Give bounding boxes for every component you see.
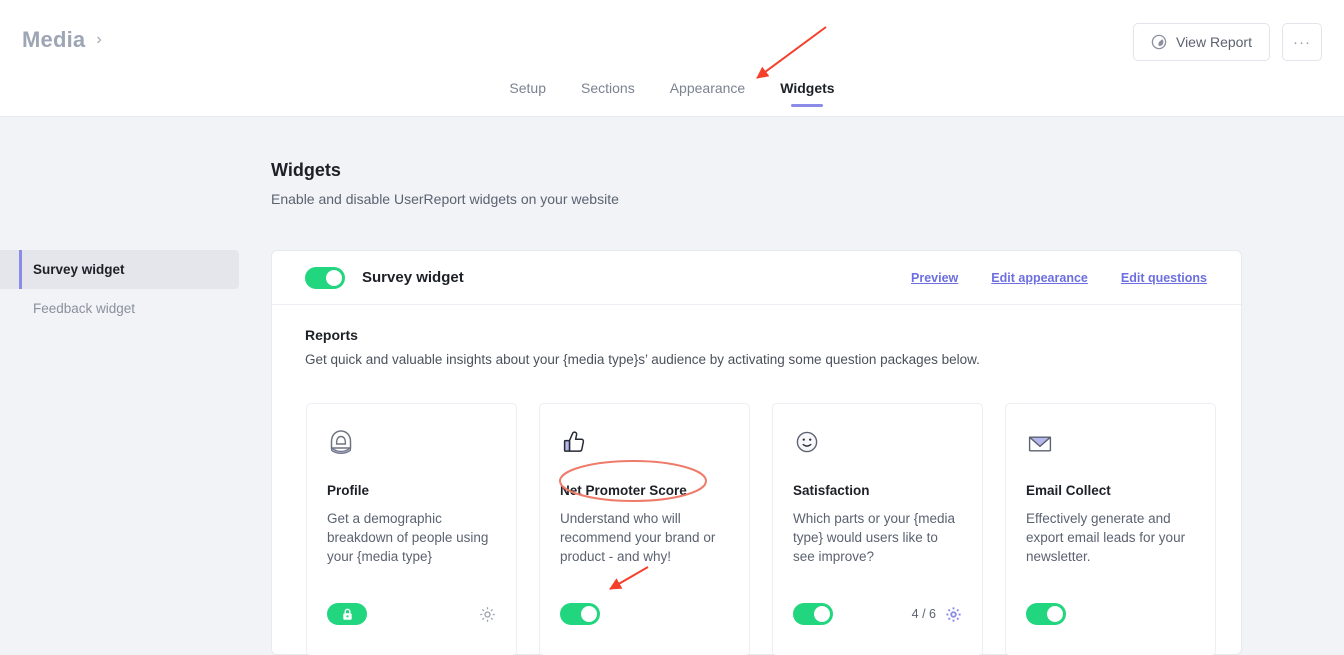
package-footer-right: [479, 606, 496, 623]
sidebar-item-survey-widget[interactable]: Survey widget: [0, 250, 239, 289]
sidebar-item-label: Feedback widget: [33, 301, 136, 316]
gauge-icon: [1151, 34, 1167, 50]
person-bust-icon: [327, 426, 496, 460]
package-description: Effectively generate and export email le…: [1026, 511, 1186, 565]
locked-package-button[interactable]: [327, 603, 367, 625]
sidebar-item-feedback-widget[interactable]: Feedback widget: [0, 289, 239, 328]
chevron-right-icon: ›: [96, 31, 102, 48]
page-header: Widgets Enable and disable UserReport wi…: [271, 160, 619, 207]
tab-sections[interactable]: Sections: [581, 80, 635, 107]
package-footer: [327, 603, 496, 625]
package-card-profile[interactable]: Profile Get a demographic breakdown of p…: [306, 403, 517, 655]
tab-bar: Setup Sections Appearance Widgets: [0, 80, 1344, 107]
breadcrumb[interactable]: Media ›: [22, 27, 102, 53]
question-count: 4 / 6: [911, 607, 936, 621]
ellipsis-icon: ···: [1293, 33, 1311, 51]
gear-icon[interactable]: [945, 606, 962, 623]
package-footer-right: 4 / 6: [912, 606, 962, 623]
thumbs-up-icon: [560, 426, 729, 460]
view-report-button[interactable]: View Report: [1132, 23, 1270, 61]
package-description: Understand who will recommend your brand…: [560, 511, 716, 565]
top-bar: Media › View Report ··· Setup Sections A…: [0, 0, 1344, 117]
package-title: Net Promoter Score: [560, 483, 687, 498]
package-toggle-email-collect[interactable]: [1026, 603, 1066, 625]
package-title: Profile: [327, 483, 370, 498]
tab-appearance[interactable]: Appearance: [670, 80, 746, 107]
page-title: Widgets: [271, 160, 341, 180]
package-footer: 4 / 6: [793, 603, 962, 625]
package-title: Email Collect: [1026, 483, 1111, 498]
sidebar-item-label: Survey widget: [33, 262, 125, 277]
edit-appearance-link[interactable]: Edit appearance: [991, 271, 1088, 285]
lock-icon: [342, 608, 352, 620]
package-toggle-net-promoter-score[interactable]: [560, 603, 600, 625]
edit-questions-link[interactable]: Edit questions: [1121, 271, 1207, 285]
package-card-email-collect[interactable]: Email Collect Effectively generate and e…: [1005, 403, 1216, 655]
survey-widget-card-header: Survey widget Preview Edit appearance Ed…: [272, 251, 1241, 305]
package-footer: [560, 603, 729, 625]
survey-widget-toggle[interactable]: [305, 266, 345, 289]
question-package-grid: Profile Get a demographic breakdown of p…: [306, 403, 1216, 655]
package-card-net-promoter-score[interactable]: Net Promoter Score Understand who will r…: [539, 403, 750, 655]
sidebar: Survey widget Feedback widget: [0, 250, 239, 328]
view-report-label: View Report: [1175, 34, 1252, 50]
reports-subtitle: Get quick and valuable insights about yo…: [305, 352, 980, 367]
survey-widget-card: Survey widget Preview Edit appearance Ed…: [271, 250, 1242, 655]
reports-title: Reports: [305, 327, 358, 343]
package-title: Satisfaction: [793, 483, 870, 498]
package-footer: [1026, 603, 1195, 625]
preview-link[interactable]: Preview: [911, 271, 958, 285]
gear-icon[interactable]: [479, 606, 496, 623]
tab-widgets[interactable]: Widgets: [780, 80, 834, 107]
survey-widget-card-title: Survey widget: [362, 269, 464, 286]
app-root: Media › View Report ··· Setup Sections A…: [0, 0, 1344, 655]
page-subtitle: Enable and disable UserReport widgets on…: [271, 191, 619, 207]
reports-section: Reports Get quick and valuable insights …: [272, 305, 1241, 367]
package-description: Which parts or your {media type} would u…: [793, 511, 956, 565]
breadcrumb-label: Media: [22, 27, 86, 52]
envelope-icon: [1026, 426, 1195, 460]
smiley-face-icon: [793, 426, 962, 460]
package-toggle-satisfaction[interactable]: [793, 603, 833, 625]
package-description: Get a demographic breakdown of people us…: [327, 511, 489, 565]
package-card-satisfaction[interactable]: Satisfaction Which parts or your {media …: [772, 403, 983, 655]
top-bar-actions: View Report ···: [1132, 23, 1322, 61]
tab-setup[interactable]: Setup: [509, 80, 546, 107]
card-header-links: Preview Edit appearance Edit questions: [911, 271, 1207, 285]
more-options-button[interactable]: ···: [1282, 23, 1322, 61]
